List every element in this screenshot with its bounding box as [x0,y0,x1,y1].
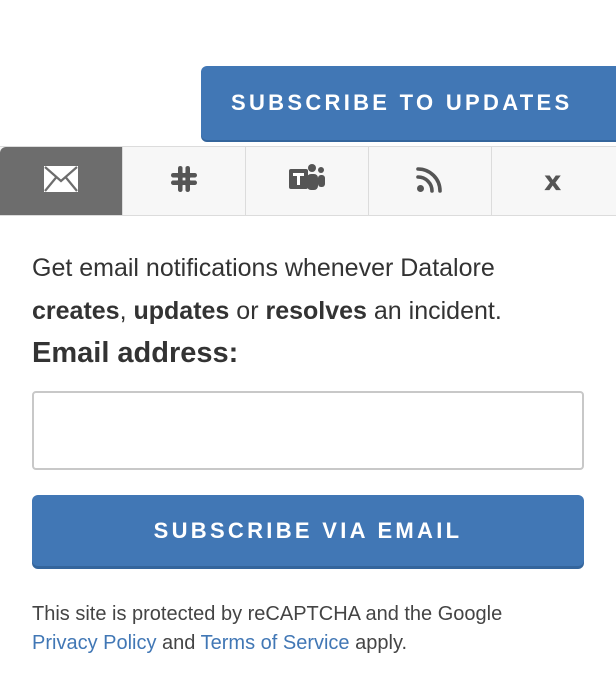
word-updates: updates [133,297,230,325]
recaptcha-text: This site is protected by reCAPTCHA and … [32,603,503,625]
word-creates: creates [32,297,120,325]
close-label: x [544,165,562,197]
tab-slack[interactable] [123,147,246,215]
or-separator: or [236,297,259,325]
email-address-label: Email address: [32,337,239,369]
notification-tabs: x [0,146,616,216]
recaptcha-notice: This site is protected by reCAPTCHA and … [32,600,592,658]
email-field[interactable] [32,391,584,470]
privacy-policy-link[interactable]: Privacy Policy [32,632,156,654]
word-resolves: resolves [265,297,367,325]
comma-separator: , [119,297,127,325]
tab-microsoft-teams[interactable] [246,147,369,215]
email-description: Get email notifications whenever Datalor… [32,247,592,333]
subscribe-via-email-button[interactable]: SUBSCRIBE VIA EMAIL [32,495,584,566]
microsoft-teams-icon [288,163,326,200]
apply-text: apply. [355,632,408,654]
close-tab-button[interactable]: x [492,147,616,215]
slack-icon [169,164,199,199]
envelope-icon [44,165,78,197]
and-text: and [162,632,196,654]
tab-rss[interactable] [369,147,492,215]
subscribe-to-updates-button[interactable]: SUBSCRIBE TO UPDATES [201,66,616,140]
rss-icon [416,165,444,198]
intro-prefix: Get email notifications whenever Datalor… [32,254,495,282]
tab-email[interactable] [0,147,123,215]
terms-of-service-link[interactable]: Terms of Service [201,632,350,654]
intro-suffix: an incident. [373,297,502,325]
